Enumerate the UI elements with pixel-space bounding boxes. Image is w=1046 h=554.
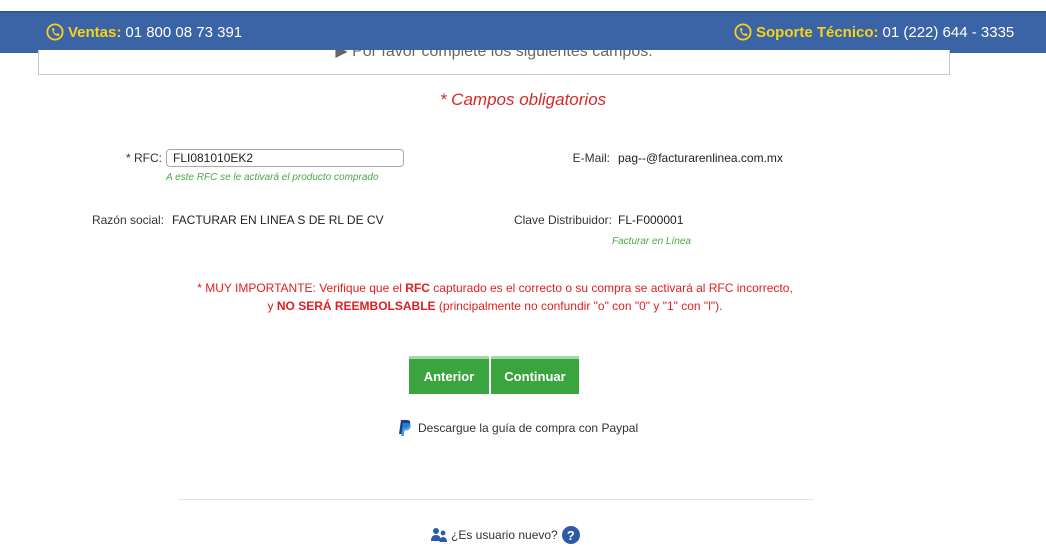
rfc-note: A este RFC se le activará el producto co… <box>166 172 379 183</box>
warning-text: y <box>267 299 277 313</box>
support-label: Soporte Técnico: <box>756 23 879 41</box>
phone-icon <box>734 23 752 41</box>
new-user-link[interactable]: ¿Es usuario nuevo? ? <box>430 526 580 544</box>
support-phone: 01 (222) 644 - 3335 <box>882 23 1015 41</box>
clave-distribuidor-note: Facturar en Línea <box>612 236 691 247</box>
paypal-guide-text: Descargue la guía de compra con Paypal <box>418 421 639 435</box>
required-fields-note: * Campos obligatorios <box>439 90 607 109</box>
paypal-icon <box>399 420 411 436</box>
clave-distribuidor-label: Clave Distribuidor: <box>513 213 612 227</box>
warning-text: capturado es el correcto o su compra se … <box>429 281 793 295</box>
phone-icon <box>46 23 64 41</box>
warning-line-1: * MUY IMPORTANTE: Verifique que el RFC c… <box>0 279 990 297</box>
sales-label: Ventas: <box>68 23 122 41</box>
new-user-text: ¿Es usuario nuevo? <box>451 528 558 542</box>
warning-text: * MUY IMPORTANTE: Verifique que el <box>197 281 406 295</box>
previous-button[interactable]: Anterior <box>409 356 489 394</box>
clave-distribuidor-value: FL-F000001 <box>618 213 684 227</box>
email-value: pag--@facturarenlinea.com.mx <box>618 151 783 165</box>
sales-contact: Ventas: 01 800 08 73 391 <box>46 23 242 41</box>
rfc-label: * RFC: <box>126 151 162 165</box>
razon-social-value: FACTURAR EN LINEA S DE RL DE CV <box>172 213 384 227</box>
question-icon[interactable]: ? <box>561 526 580 544</box>
sales-phone: 01 800 08 73 391 <box>125 23 243 41</box>
warning-rfc: RFC <box>405 281 430 295</box>
top-contact-bar: Ventas: 01 800 08 73 391 Soporte Técnico… <box>0 11 1046 53</box>
continue-button[interactable]: Continuar <box>491 356 579 394</box>
support-contact: Soporte Técnico: 01 (222) 644 - 3335 <box>734 23 1014 41</box>
divider <box>178 499 814 500</box>
razon-social-label: Razón social: <box>91 213 164 227</box>
warning-line-2: y NO SERÁ REEMBOLSABLE (principalmente n… <box>0 297 990 315</box>
instructions-text: ▶ Por favor complete los siguientes camp… <box>335 50 653 60</box>
user-group-icon <box>431 528 447 542</box>
warning-text: (principalmente no confundir "o" con "0"… <box>435 299 723 313</box>
paypal-guide-link[interactable]: Descargue la guía de compra con Paypal <box>398 419 638 437</box>
email-label: E-Mail: <box>572 151 610 165</box>
rfc-input[interactable] <box>166 149 404 167</box>
instructions-panel: ▶ Por favor complete los siguientes camp… <box>38 50 950 75</box>
warning-no-refund: NO SERÁ REEMBOLSABLE <box>276 299 436 313</box>
